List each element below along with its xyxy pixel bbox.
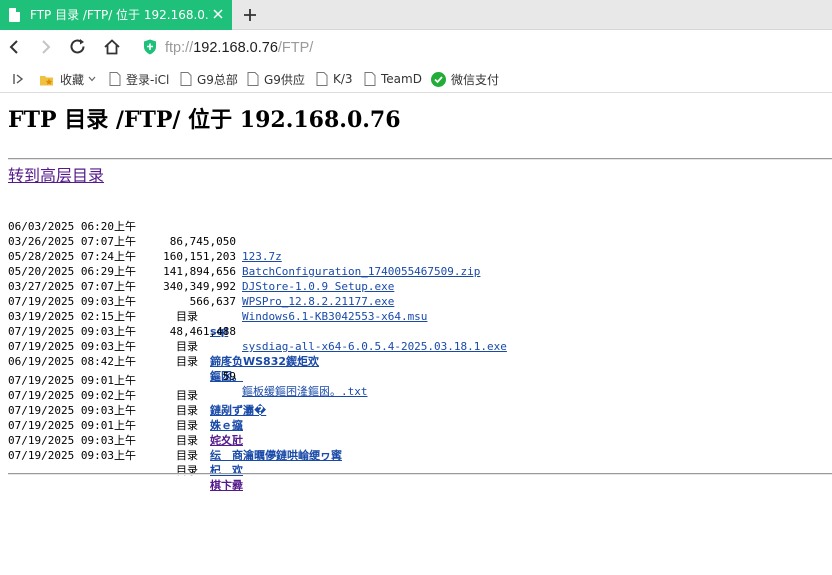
tab-strip: FTP 目录 /FTP/ 位于 192.168.0.76 xyxy=(0,0,832,30)
listing-row: 07/19/2025 09:01上午 目录 纭 商瀹曞儚鏈哄崘绠ヮ寗 xyxy=(8,403,342,462)
file-link[interactable]: Windows6.1-KB3042553-x64.msu xyxy=(242,309,427,324)
entry-size: 566,637 xyxy=(189,295,236,308)
listing-row: 05/28/2025 07:24上午 141,894,656 DJStore-1… xyxy=(8,234,394,293)
bookmark-item[interactable]: G9总部 xyxy=(180,70,238,88)
wechat-pay-icon xyxy=(431,71,446,87)
bookmark-item[interactable]: TeamD xyxy=(364,70,422,88)
entry-size: 目录 xyxy=(176,389,198,402)
new-tab-button[interactable] xyxy=(240,5,260,25)
bookmarks-bar: 收藏 登录-iCl G9总部 G9供应 K/3 TeamD 微信支付 xyxy=(0,64,832,93)
entry-size: 目录 xyxy=(176,449,198,462)
parent-directory-link[interactable]: 转到高层目录 xyxy=(8,166,104,186)
bookmark-label: 收藏 xyxy=(60,72,85,87)
divider xyxy=(8,473,832,475)
folder-link[interactable]: 棋卞彛 xyxy=(210,478,243,493)
entry-size: 59 xyxy=(222,370,236,383)
bookmark-label: G9总部 xyxy=(197,72,238,87)
folder-link[interactable]: 姝ｅ攨 xyxy=(210,418,243,433)
page-title: FTP 目录 /FTP/ 位于 192.168.0.76 xyxy=(8,107,401,133)
back-button[interactable] xyxy=(4,37,24,57)
entry-size: 340,349,992 xyxy=(163,280,236,293)
page-icon xyxy=(247,72,259,86)
tab-title: FTP 目录 /FTP/ 位于 192.168.0.76 xyxy=(30,8,210,22)
listing-row: 07/19/2025 09:03上午 目录 sql xyxy=(8,279,228,338)
bookmark-label: G9供应 xyxy=(264,72,305,87)
listing-row: 07/19/2025 09:01上午 目录 鏈剐ず灞� xyxy=(8,358,266,417)
url-path: /FTP/ xyxy=(277,40,314,56)
bookmark-item[interactable]: K/3 xyxy=(316,70,353,88)
entry-size: 目录 xyxy=(176,434,198,447)
bookmark-label: TeamD xyxy=(381,72,422,86)
listing-row: 07/19/2025 09:03上午 目录 鍗庝负WS832鍥炬欢 xyxy=(8,309,319,368)
active-tab[interactable]: FTP 目录 /FTP/ 位于 192.168.0.76 xyxy=(0,0,232,30)
bookmark-label: 登录-iCl xyxy=(126,72,170,87)
home-button[interactable] xyxy=(102,37,122,57)
file-link[interactable]: WPSPro_12.8.2.21177.exe xyxy=(242,294,394,309)
page-icon xyxy=(9,8,20,22)
url-host: 192.168.0.76 xyxy=(193,40,278,56)
entry-size: 141,894,656 xyxy=(163,265,236,278)
folder-link[interactable]: 鏈剐ず灞� xyxy=(210,403,266,418)
bookmark-item[interactable]: 登录-iCl xyxy=(109,70,169,88)
listing-row: 03/26/2025 07:07上午 160,151,203 BatchConf… xyxy=(8,219,480,278)
file-link[interactable]: BatchConfiguration_1740055467509.zip xyxy=(242,264,480,279)
page-icon xyxy=(316,72,328,86)
file-link[interactable]: 鏂板缓鏂囨湰鏂囦。.txt xyxy=(242,384,368,399)
bookmark-label: 微信支付 xyxy=(451,72,500,87)
url-scheme: ftp:// xyxy=(165,40,194,56)
entry-size: 目录 xyxy=(176,340,198,353)
listing-row: 07/19/2025 09:02上午 目录 姝ｅ攨 xyxy=(8,373,243,432)
bookmark-favorites[interactable]: 收藏 xyxy=(39,70,96,88)
address-bar[interactable]: ftp://192.168.0.76/FTP/ xyxy=(132,35,822,61)
file-link[interactable]: 123.7z xyxy=(242,249,282,264)
listing-row: 07/19/2025 09:03上午 目录 姹夊瓧 xyxy=(8,388,243,447)
listing-row: 03/19/2025 02:15上午 48,461,488 sysdiag-al… xyxy=(8,294,507,353)
shield-icon xyxy=(144,39,156,55)
close-icon[interactable] xyxy=(210,6,226,22)
entry-size: 目录 xyxy=(176,310,198,323)
page-icon xyxy=(109,72,121,86)
listing-row: 07/19/2025 09:03上午 目录 棋卞彛 xyxy=(8,433,243,492)
entry-size: 48,461,488 xyxy=(169,325,236,338)
listing-row: 06/03/2025 06:20上午 86,745,050 123.7z xyxy=(8,204,282,263)
entry-size: 目录 xyxy=(176,355,198,368)
file-link[interactable]: DJStore-1.0.9 Setup.exe xyxy=(242,279,394,294)
reload-button[interactable] xyxy=(68,37,88,57)
entry-size: 86,745,050 xyxy=(169,235,236,248)
url-text: ftp://192.168.0.76/FTP/ xyxy=(165,39,313,57)
entry-size: 目录 xyxy=(176,464,198,477)
folder-link[interactable]: 姹夊瓧 xyxy=(210,433,243,448)
entry-size: 目录 xyxy=(176,419,198,432)
entry-size: 160,151,203 xyxy=(163,250,236,263)
sidebar-toggle-icon[interactable] xyxy=(12,73,24,85)
forward-button[interactable] xyxy=(36,37,56,57)
divider xyxy=(8,158,832,160)
bookmark-item[interactable]: 微信支付 xyxy=(431,70,499,88)
folder-link[interactable]: 纭 商瀹曞儚鏈哄崘绠ヮ寗 xyxy=(210,448,342,463)
listing-row: 06/19/2025 08:42上午 59 鏂板缓鏂囨湰鏂囦。.txt xyxy=(8,339,368,398)
folder-link[interactable]: 鍗庝负WS832鍥炬欢 xyxy=(210,354,319,369)
listing-row: 05/20/2025 06:29上午 340,349,992 WPSPro_12… xyxy=(8,249,394,308)
entry-size: 目录 xyxy=(176,404,198,417)
file-link[interactable]: sysdiag-all-x64-6.0.5.4-2025.03.18.1.exe xyxy=(242,339,507,354)
entry-date: 07/19/2025 09:03上午 xyxy=(8,449,136,462)
bookmark-label: K/3 xyxy=(333,72,353,86)
listing-row: 07/19/2025 09:03上午 目录 鏂囦。 xyxy=(8,324,243,383)
folder-link[interactable]: 杞 欢 xyxy=(210,463,243,478)
listing-row: 03/27/2025 07:07上午 566,637 Windows6.1-KB… xyxy=(8,264,427,323)
chevron-down-icon xyxy=(88,76,96,82)
page-content: FTP 目录 /FTP/ 位于 192.168.0.76 转到高层目录 06/0… xyxy=(0,94,832,575)
bookmark-item[interactable]: G9供应 xyxy=(247,70,305,88)
page-icon xyxy=(364,72,376,86)
browser-toolbar: ftp://192.168.0.76/FTP/ xyxy=(0,31,832,64)
page-icon xyxy=(180,72,192,86)
listing-row: 07/19/2025 09:03上午 目录 杞 欢 xyxy=(8,418,243,477)
star-folder-icon xyxy=(40,75,53,85)
